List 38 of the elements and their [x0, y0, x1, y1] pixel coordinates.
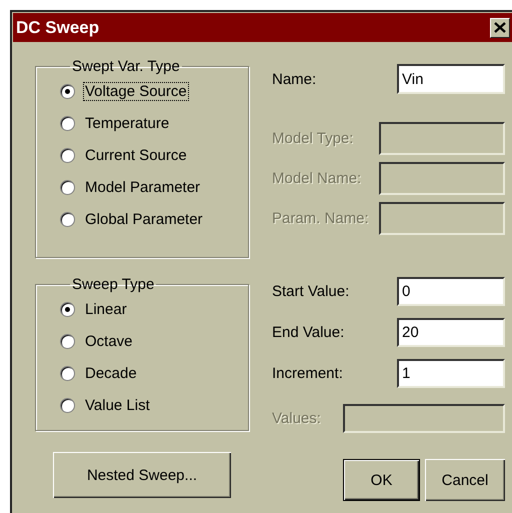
radio-label[interactable]: Global Parameter [83, 210, 205, 228]
group-title: Sweep Type [71, 276, 156, 293]
ok-button[interactable]: OK [343, 459, 420, 501]
input-field[interactable]: Vin [397, 64, 505, 94]
field-label: End Value: [272, 324, 346, 341]
radio-label[interactable]: Model Parameter [83, 178, 202, 196]
radio-label[interactable]: Voltage Source [83, 82, 189, 100]
radio-label[interactable]: Linear [83, 300, 129, 318]
cancel-button[interactable]: Cancel [425, 459, 505, 501]
field-label: Name: [272, 70, 318, 88]
field-label: Param. Name: [272, 210, 370, 227]
close-icon [494, 22, 506, 33]
input-field[interactable]: 20 [397, 318, 505, 347]
radio-button[interactable] [60, 116, 75, 130]
field-label: Increment: [272, 365, 344, 382]
input-field[interactable]: 1 [397, 359, 505, 388]
radio-label[interactable]: Octave [83, 332, 135, 350]
field-label: Start Value: [272, 283, 350, 300]
radio-label[interactable]: Current Source [83, 146, 189, 164]
input-field[interactable]: 0 [397, 277, 505, 306]
radio-button[interactable] [60, 148, 75, 162]
radio-label[interactable]: Decade [83, 364, 139, 382]
close-button[interactable] [490, 18, 510, 38]
field-label: Model Name: [272, 170, 362, 187]
radio-button[interactable] [60, 334, 75, 348]
radio-button[interactable] [60, 180, 75, 194]
radio-button[interactable] [60, 398, 75, 412]
radio-label[interactable]: Temperature [83, 114, 172, 132]
field-label: Values: [272, 410, 322, 427]
radio-button[interactable] [60, 366, 75, 380]
group-title: Swept Var. Type [71, 58, 181, 75]
nested-sweep-button[interactable]: Nested Sweep... [53, 452, 231, 498]
radio-label[interactable]: Value List [83, 396, 152, 414]
radio-button[interactable] [60, 84, 75, 98]
radio-button[interactable] [60, 302, 75, 316]
window-title: DC Sweep [16, 18, 100, 38]
field-label: Model Type: [272, 130, 354, 147]
radio-button[interactable] [60, 212, 75, 226]
